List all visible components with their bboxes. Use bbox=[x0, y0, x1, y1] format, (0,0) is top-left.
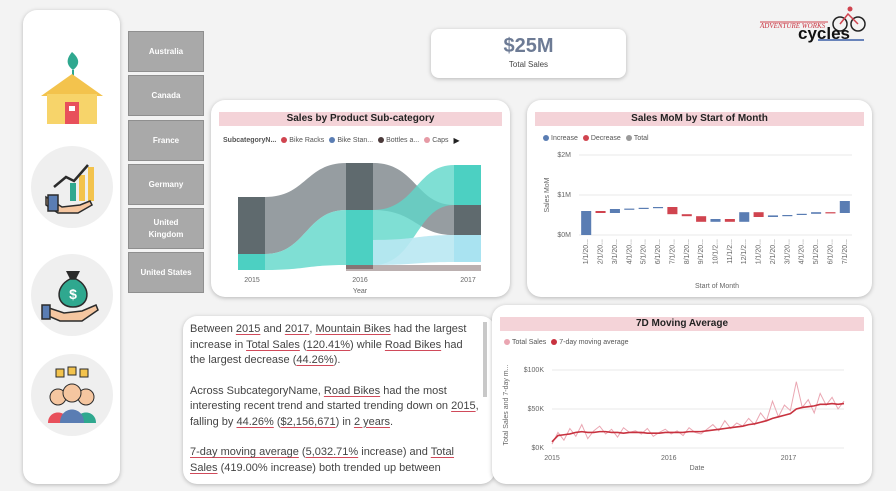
x-tick-label: 3/1/20... bbox=[612, 239, 619, 264]
y-tick-label: $50K bbox=[528, 406, 545, 413]
sankey-node bbox=[346, 163, 373, 210]
subcategory-sankey-card[interactable]: Sales by Product Sub-category Subcategor… bbox=[211, 100, 510, 297]
x-tick-label: 1/1/20... bbox=[756, 239, 763, 264]
x-tick-label: 2/1/20... bbox=[770, 239, 777, 264]
x-tick-label: 7/1/20... bbox=[842, 239, 849, 264]
sankey-node bbox=[454, 205, 481, 235]
narrative-text: Between 2015 and 2017, Mountain Bikes ha… bbox=[190, 322, 480, 484]
x-tick-label: 5/1/20... bbox=[641, 239, 648, 264]
x-axis-title: Date bbox=[690, 465, 705, 472]
growth-chart-icon[interactable] bbox=[31, 146, 113, 228]
y-tick-label: $2M bbox=[557, 152, 571, 159]
country-button-united-kingdom[interactable]: United Kingdom bbox=[128, 208, 204, 249]
x-tick-label: 10/1/2... bbox=[713, 239, 720, 264]
y-axis-title: Total Sales and 7-day m... bbox=[503, 364, 510, 445]
x-tick-label: 4/1/20... bbox=[799, 239, 806, 264]
x-tick-label: 3/1/20... bbox=[784, 239, 791, 264]
waterfall-bar[interactable] bbox=[839, 201, 850, 213]
country-button-canada[interactable]: Canada bbox=[128, 75, 204, 116]
x-tick-label: 1/1/20... bbox=[583, 239, 590, 264]
mom-waterfall-card[interactable]: Sales MoM by Start of Month Increase Dec… bbox=[527, 100, 872, 297]
waterfall-bar[interactable] bbox=[782, 215, 793, 217]
x-tick-label: 2016 bbox=[352, 277, 368, 284]
narrative-paragraph: 7-day moving average (5,032.71% increase… bbox=[190, 446, 455, 474]
y-tick-label: $0K bbox=[532, 445, 545, 452]
waterfall-bar[interactable] bbox=[581, 211, 592, 235]
country-button-france[interactable]: France bbox=[128, 120, 204, 161]
home-icon[interactable] bbox=[31, 46, 113, 128]
waterfall-bar[interactable] bbox=[796, 213, 807, 215]
sankey-node bbox=[238, 197, 265, 254]
svg-text:$: $ bbox=[69, 286, 77, 302]
waterfall-bar[interactable] bbox=[609, 209, 620, 213]
x-tick-label: 11/1/2... bbox=[727, 239, 734, 264]
x-tick-label: 2015 bbox=[544, 455, 560, 462]
x-tick-label: 6/1/20... bbox=[655, 239, 662, 264]
waterfall-bar[interactable] bbox=[767, 215, 779, 217]
x-tick-label: 9/1/20... bbox=[698, 239, 705, 264]
narrative-paragraph: Between 2015 and 2017, Mountain Bikes ha… bbox=[190, 323, 467, 366]
country-button-united-states[interactable]: United States bbox=[128, 252, 204, 293]
x-tick-label: 7/1/20... bbox=[669, 239, 676, 264]
mom-plot: $0M $1M $2M 1/1/20... 2/1/20... 3/1/20... 4/1… bbox=[544, 152, 852, 290]
sankey-node bbox=[454, 165, 481, 205]
x-tick-label: 4/1/20... bbox=[626, 239, 633, 264]
x-tick-label: 5/1/20... bbox=[813, 239, 820, 264]
kpi-card-total-sales: $25M Total Sales bbox=[431, 29, 626, 78]
waterfall-bar[interactable] bbox=[811, 212, 822, 214]
ma-plot: $0K $50K $100K 2015 2016 2017 Total Sales and… bbox=[503, 364, 845, 472]
waterfall-bar[interactable] bbox=[753, 212, 764, 217]
waterfall-bar[interactable] bbox=[724, 219, 735, 222]
x-axis-title: Year bbox=[353, 288, 368, 295]
x-tick-label: 6/1/20... bbox=[827, 239, 834, 264]
x-tick-label: 12/1/2... bbox=[741, 239, 748, 264]
x-tick-label: 2/1/20... bbox=[598, 239, 605, 264]
y-tick-label: $1M bbox=[557, 192, 571, 199]
team-icon[interactable] bbox=[31, 354, 113, 436]
brand-logo: ADVENTURE WORKS cycles bbox=[758, 4, 868, 46]
sankey-node bbox=[238, 254, 265, 270]
waterfall-bar[interactable] bbox=[696, 216, 707, 222]
kpi-label: Total Sales bbox=[508, 60, 549, 69]
x-tick-label: 2017 bbox=[781, 455, 797, 462]
sankey-flow bbox=[346, 265, 481, 271]
money-bag-icon[interactable]: $ bbox=[31, 254, 113, 336]
waterfall-bar[interactable] bbox=[624, 208, 635, 210]
kpi-value: $25M bbox=[503, 35, 554, 57]
waterfall-bar[interactable] bbox=[652, 207, 664, 209]
waterfall-bar[interactable] bbox=[681, 214, 692, 217]
y-tick-label: $100K bbox=[524, 367, 545, 374]
waterfall-bar[interactable] bbox=[825, 212, 836, 214]
moving-average-card[interactable]: 7D Moving Average Total Sales 7-day movi… bbox=[492, 305, 872, 484]
sidebar: $ bbox=[23, 10, 120, 484]
country-button-australia[interactable]: Australia bbox=[128, 31, 204, 72]
waterfall-bar[interactable] bbox=[595, 211, 606, 213]
y-axis-title: Sales MoM bbox=[544, 177, 551, 212]
waterfall-bar[interactable] bbox=[667, 207, 678, 215]
y-tick-label: $0M bbox=[557, 232, 571, 239]
logo-brand: cycles bbox=[798, 24, 850, 43]
waterfall-bar[interactable] bbox=[710, 219, 721, 222]
smart-narrative-card[interactable]: Between 2015 and 2017, Mountain Bikes ha… bbox=[183, 316, 495, 484]
waterfall-bar[interactable] bbox=[739, 212, 750, 222]
x-axis-title: Start of Month bbox=[695, 283, 739, 290]
sankey-node bbox=[454, 235, 481, 262]
narrative-paragraph: Across SubcategoryName, Road Bikes had t… bbox=[190, 384, 479, 428]
waterfall-bar[interactable] bbox=[638, 207, 649, 209]
sankey-node bbox=[346, 210, 373, 265]
x-tick-label: 2015 bbox=[244, 277, 260, 284]
country-button-germany[interactable]: Germany bbox=[128, 164, 204, 205]
narrative-scrollbar[interactable] bbox=[483, 322, 487, 397]
x-tick-label: 8/1/20... bbox=[684, 239, 691, 264]
x-tick-label: 2016 bbox=[661, 455, 677, 462]
sankey-plot: 2015 2016 2017 Year bbox=[238, 163, 481, 295]
x-tick-label: 2017 bbox=[460, 277, 476, 284]
total-sales-line[interactable] bbox=[551, 381, 845, 445]
